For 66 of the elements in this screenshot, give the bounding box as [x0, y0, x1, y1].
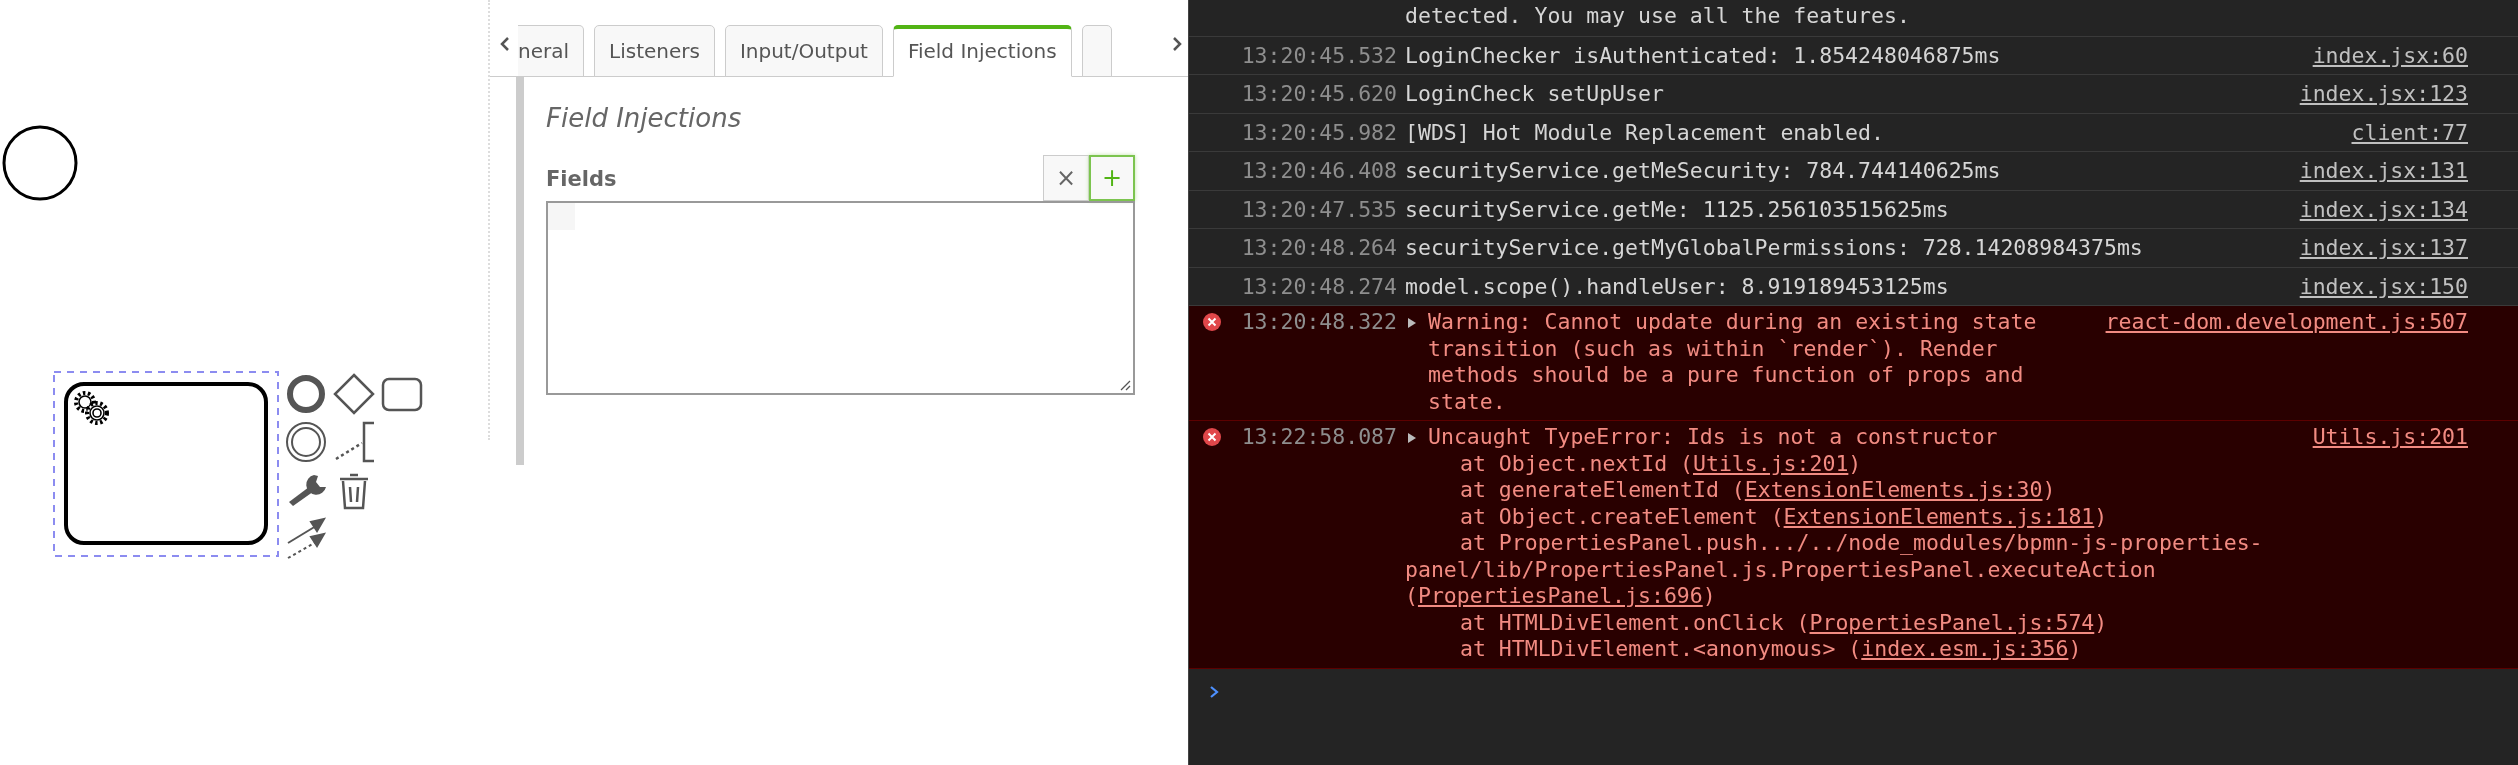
timestamp: 13:20:45.982: [1241, 119, 1397, 145]
trash-icon[interactable]: [340, 473, 368, 510]
source-link[interactable]: Utils.js:201: [1693, 450, 1849, 476]
log-message: LoginCheck setUpUser: [1405, 81, 1665, 107]
source-link[interactable]: PropertiesPanel.js:574: [1809, 609, 2095, 635]
timestamp: 13:20:48.322: [1241, 309, 1397, 334]
annotation-icon[interactable]: [335, 421, 374, 463]
remove-button[interactable]: ×: [1043, 155, 1089, 201]
expand-icon[interactable]: [1407, 317, 1417, 329]
timestamp: 13:20:48.274: [1241, 273, 1397, 299]
fields-label: Fields: [546, 167, 617, 193]
source-link[interactable]: index.jsx:134: [2299, 196, 2468, 222]
source-link[interactable]: react-dom.development.js:507: [2105, 309, 2468, 336]
tab[interactable]: Listeners: [594, 25, 715, 77]
tab[interactable]: Field Injections: [892, 25, 1072, 77]
stack-line: at generateElementId (ExtensionElements.js:30): [1459, 477, 2057, 504]
log-message: Uncaught TypeError: Ids is not a constructor: [1428, 424, 1999, 451]
log-message: detected. You may use all the features.: [1405, 3, 1911, 29]
source-link[interactable]: index.jsx:150: [2299, 273, 2468, 299]
gear-icon: [74, 391, 109, 425]
timestamp: 13:20:45.532: [1241, 42, 1397, 68]
tab[interactable]: Input/Output: [724, 25, 883, 77]
timestamp: 13:20:48.264: [1241, 235, 1397, 260]
tab[interactable]: neral: [518, 25, 584, 77]
source-link[interactable]: client:77: [2351, 119, 2468, 145]
source-link[interactable]: index.jsx:123: [2299, 81, 2468, 107]
log-message: model.scope().handleUser: 8.919189453125ms: [1405, 273, 1950, 299]
tab-scroll-right-icon[interactable]: [1172, 36, 1182, 52]
log-message: securityService.getMe: 1125.256103515625ms: [1405, 196, 1950, 222]
fields-list[interactable]: [546, 201, 1135, 395]
stack-line: at Object.nextId (Utils.js:201): [1459, 450, 1863, 477]
source-link[interactable]: Utils.js:201: [2312, 424, 2468, 451]
stack-line: at PropertiesPanel.push.../../node_modules/bpmn-js-properties-panel/lib/PropertiesPanel.js.PropertiesPanel.executeAction (PropertiesPanel.js:696): [1405, 530, 2264, 610]
timestamp: 13:20:45.620: [1241, 81, 1397, 106]
error-icon: [1203, 313, 1221, 331]
stack-line: at Object.createElement (ExtensionElements.js:181): [1459, 503, 2109, 530]
timestamp: 13:22:58.087: [1241, 424, 1397, 449]
prompt-icon[interactable]: [1209, 684, 1219, 699]
source-link[interactable]: ExtensionElements.js:30: [1744, 477, 2043, 502]
stack-line: at HTMLDivElement.onClick (PropertiesPanel.js:574): [1459, 609, 2109, 636]
log-message: [WDS] Hot Module Replacement enabled.: [1405, 119, 1885, 145]
log-message: LoginChecker isAuthenticated: 1.854248046875ms: [1405, 42, 2002, 68]
source-link[interactable]: ExtensionElements.js:181: [1783, 503, 2095, 529]
source-link[interactable]: index.jsx:60: [2312, 42, 2468, 68]
service-task[interactable]: [64, 382, 268, 545]
source-link[interactable]: index.jsx:131: [2299, 158, 2468, 184]
timestamp: 13:20:47.535: [1241, 196, 1397, 222]
gateway-icon[interactable]: [333, 373, 375, 415]
log-message: securityService.getMyGlobalPermissions: 728.14208984375ms: [1405, 235, 2144, 261]
source-link[interactable]: index.jsx:137: [2299, 235, 2468, 261]
wrench-icon[interactable]: [289, 475, 326, 506]
source-link[interactable]: index.esm.js:356: [1861, 636, 2069, 661]
source-link[interactable]: PropertiesPanel.js:696: [1417, 583, 1703, 608]
task-icon[interactable]: [381, 377, 423, 412]
log-message: securityService.getMeSecurity: 784.744140625ms: [1405, 158, 2002, 184]
end-event-icon[interactable]: [287, 375, 325, 413]
section-title: Field Injections: [546, 103, 743, 133]
tab-scroll-left-icon[interactable]: [500, 36, 510, 52]
expand-icon[interactable]: [1407, 432, 1417, 444]
error-icon: [1203, 428, 1221, 446]
stack-line: at HTMLDivElement.<anonymous> (index.esm.js:356): [1459, 636, 2083, 663]
intermediate-event-icon[interactable]: [286, 422, 326, 462]
log-message: Warning: Cannot update during an existing state transition (such as within `render`). Render methods should be a pure function of props and state.: [1428, 309, 2038, 415]
timestamp: 13:20:46.408: [1241, 158, 1397, 183]
connect-arrow-icon[interactable]: [287, 517, 327, 559]
resize-grip-icon[interactable]: [1119, 379, 1131, 391]
